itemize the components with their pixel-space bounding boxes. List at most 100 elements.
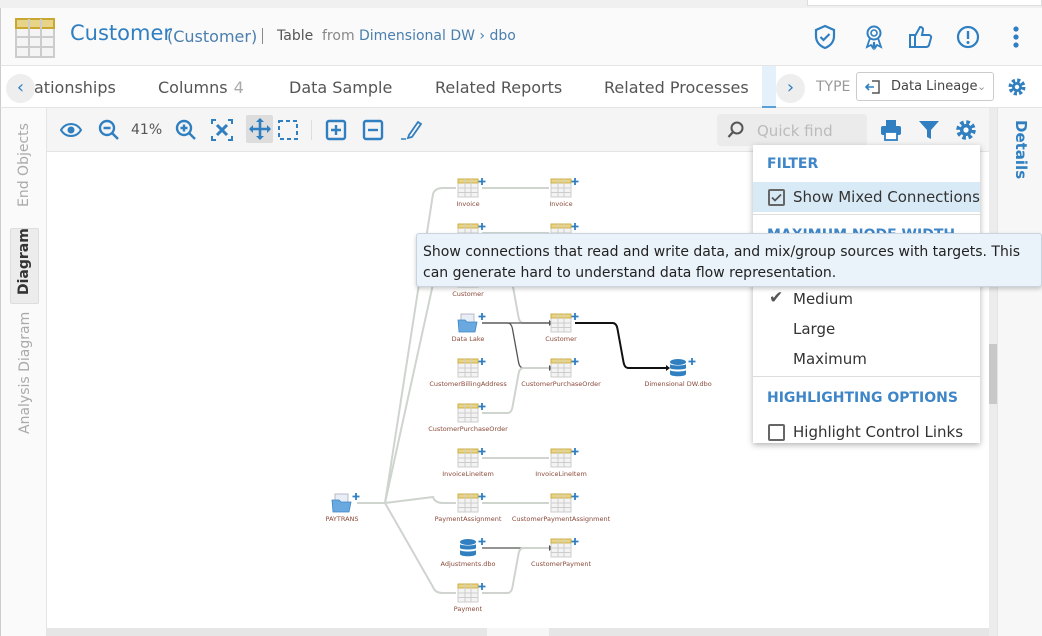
width-option-large[interactable]: Large (753, 314, 980, 344)
collapse-all-icon[interactable] (361, 118, 385, 142)
expand-plus-icon[interactable] (478, 448, 486, 455)
vertical-scrollbar[interactable] (989, 108, 997, 636)
zoom-in-icon[interactable] (174, 118, 198, 142)
diagram-node[interactable]: PAYTRANS (325, 493, 360, 523)
expand-plus-icon[interactable] (688, 358, 696, 365)
expand-plus-icon[interactable] (571, 358, 579, 365)
tab-data-lineage-active[interactable] (762, 66, 776, 108)
option-label: Large (793, 320, 836, 338)
tab-end-objects[interactable]: End Objects (16, 123, 32, 207)
node-label: Dimensional DW.dbo (644, 380, 711, 388)
tab-data-sample[interactable]: Data Sample (289, 78, 392, 97)
edge (482, 322, 549, 369)
node-label: CustomerPayment (531, 560, 591, 568)
tooltip: Show connections that read and write dat… (416, 233, 1042, 287)
zoom-level: 41% (131, 122, 163, 138)
diagram-node[interactable]: Payment (454, 583, 486, 613)
node-label: Customer (452, 290, 484, 298)
edge (482, 547, 549, 594)
expand-plus-icon[interactable] (571, 538, 579, 545)
quick-find-input[interactable]: Quick find (717, 114, 867, 146)
thumbs-up-icon[interactable] (908, 24, 934, 50)
tab-related-processes[interactable]: Related Processes (604, 78, 749, 97)
tabs-next-button[interactable]: › (776, 74, 805, 103)
details-tab[interactable]: Details (1012, 120, 1030, 179)
expand-plus-icon[interactable] (478, 178, 486, 185)
diagram-options-menu: FILTER Show Mixed Connections MAXIMUM NO… (753, 145, 980, 443)
zoom-out-icon[interactable] (97, 118, 121, 142)
diagram-node[interactable]: Dimensional DW.dbo (644, 358, 712, 388)
tabs-prev-button[interactable]: ‹ (6, 74, 35, 103)
node-label: Payment (454, 605, 483, 613)
diagram-node[interactable]: CustomerPaymentAssignment (512, 493, 611, 523)
tab-label: Data Sample (289, 78, 393, 97)
filter-icon[interactable] (917, 118, 941, 142)
expand-plus-icon[interactable] (478, 403, 486, 410)
tab-columns[interactable]: Columns 4 (158, 78, 244, 97)
diagram-node[interactable]: CustomerPayment (531, 538, 591, 568)
diagram-node[interactable]: Adjustments.dbo (441, 538, 496, 568)
fit-to-screen-icon[interactable] (210, 118, 234, 142)
tab-related-reports[interactable]: Related Reports (435, 78, 562, 97)
highlight-control-links-option[interactable]: Highlight Control Links (753, 417, 980, 443)
checkbox-checked[interactable] (768, 189, 785, 206)
show-mixed-connections-option[interactable]: Show Mixed Connections (753, 182, 980, 212)
expand-plus-icon[interactable] (571, 448, 579, 455)
diagram-node[interactable]: CustomerPurchaseOrder (521, 358, 601, 388)
diagram-node[interactable]: CustomerBillingAddress (429, 358, 507, 388)
width-option-medium[interactable]: ✔ Medium (753, 284, 980, 314)
print-icon[interactable] (879, 118, 903, 142)
collapse-panel-handle[interactable] (989, 344, 997, 404)
breadcrumb[interactable]: Dimensional DW › dbo (359, 28, 516, 44)
diagram-node[interactable]: Customer (545, 313, 579, 343)
expand-plus-icon[interactable] (571, 223, 579, 230)
select-area-icon[interactable] (276, 118, 300, 142)
diagram-node[interactable]: CustomerPurchaseOrder (428, 403, 508, 433)
node-label: CustomerPurchaseOrder (428, 425, 508, 433)
expand-plus-icon[interactable] (478, 538, 486, 545)
diagram-node[interactable]: Invoice (549, 178, 579, 208)
expand-plus-icon[interactable] (478, 583, 486, 590)
node-label: Adjustments.dbo (441, 560, 496, 568)
details-panel-collapsed[interactable] (997, 108, 1042, 636)
pan-mode-button[interactable] (246, 115, 273, 143)
table-icon (15, 18, 55, 58)
expand-all-icon[interactable] (324, 118, 348, 142)
settings-gear-icon[interactable] (954, 118, 978, 142)
tab-analysis-diagram[interactable]: Analysis Diagram (17, 312, 33, 434)
expand-plus-icon[interactable] (478, 493, 486, 500)
checkbox-unchecked[interactable] (768, 424, 785, 441)
highlighter-icon[interactable] (399, 118, 423, 142)
diagram-node[interactable]: Invoice (456, 178, 486, 208)
horizontal-scrollbar[interactable] (47, 628, 989, 636)
width-option-maximum[interactable]: Maximum (753, 344, 980, 374)
scrollbar-thumb[interactable] (487, 628, 549, 636)
diagram-node[interactable]: PaymentAssignment (435, 493, 502, 523)
diagram-node[interactable]: Data Lake (452, 313, 486, 343)
node-label: PaymentAssignment (435, 515, 502, 523)
tab-diagram[interactable]: Diagram (16, 228, 32, 295)
expand-plus-icon[interactable] (352, 493, 360, 500)
expand-plus-icon[interactable] (478, 358, 486, 365)
expand-plus-icon[interactable] (571, 178, 579, 185)
left-view-tabs: End Objects Diagram Analysis Diagram (0, 108, 47, 636)
gear-icon[interactable] (1007, 77, 1027, 97)
expand-plus-icon[interactable] (571, 493, 579, 500)
type-select[interactable]: Data Lineage ⌄ (856, 72, 994, 101)
move-icon (249, 118, 271, 140)
award-icon[interactable] (861, 24, 887, 50)
eye-icon[interactable] (59, 118, 83, 142)
more-vertical-icon[interactable] (1003, 24, 1029, 50)
expand-plus-icon[interactable] (571, 313, 579, 320)
tab-count: 4 (233, 78, 244, 97)
checkmark-icon: ✔ (769, 288, 784, 308)
alert-icon[interactable] (955, 24, 981, 50)
expand-plus-icon[interactable] (478, 223, 486, 230)
diagram-node[interactable]: InvoiceLineItem (535, 448, 587, 478)
tab-relationships[interactable]: ationships (34, 78, 116, 97)
option-label: Highlight Control Links (793, 423, 964, 441)
top-search-box[interactable] (807, 0, 1042, 6)
expand-plus-icon[interactable] (478, 313, 486, 320)
diagram-node[interactable]: InvoiceLineItem (442, 448, 494, 478)
shield-check-icon[interactable] (812, 24, 838, 50)
